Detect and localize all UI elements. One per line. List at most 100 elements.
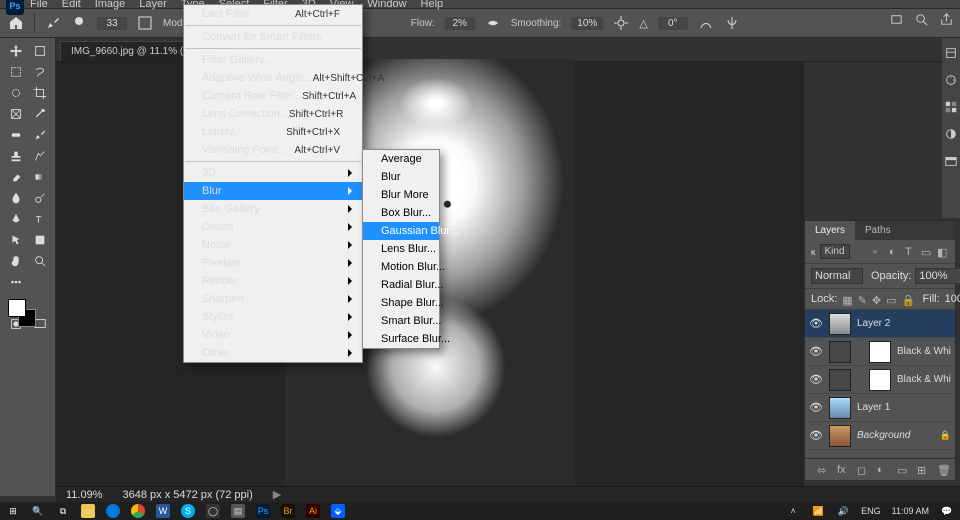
skype-icon[interactable]: S <box>181 504 195 518</box>
eyedropper-tool[interactable] <box>28 104 51 124</box>
layer-name[interactable]: Background <box>857 430 934 441</box>
brush-tool[interactable] <box>28 125 51 145</box>
link-layers-icon[interactable]: ⬄ <box>817 464 829 476</box>
menu-item-render[interactable]: Render <box>184 272 362 290</box>
flow-value[interactable]: 2% <box>445 17 475 30</box>
filter-shape-icon[interactable]: ▭ <box>921 246 933 258</box>
delete-layer-icon[interactable]: 🗑 <box>937 464 949 476</box>
tray-volume-icon[interactable]: 🔊 <box>836 504 850 518</box>
menu-item-convert-for-smart-filters[interactable]: Convert for Smart Filters <box>184 28 362 46</box>
chrome-icon[interactable] <box>131 504 145 518</box>
brush-tool-icon[interactable] <box>45 15 61 31</box>
menu-item-average[interactable]: Average <box>363 150 439 168</box>
blend-mode-dropdown[interactable]: Normal <box>811 268 863 284</box>
angle-icon[interactable]: △ <box>639 17 647 30</box>
foreground-color-swatch[interactable] <box>8 299 26 317</box>
frame-tool[interactable] <box>4 104 27 124</box>
group-icon[interactable]: ▭ <box>897 464 909 476</box>
layer-row[interactable]: 👁 Black & White 2 <box>805 338 955 366</box>
blur-tool[interactable] <box>4 188 27 208</box>
tray-language[interactable]: ENG <box>861 506 881 516</box>
dropbox-icon[interactable]: ⬙ <box>331 504 345 518</box>
new-layer-icon[interactable]: ⊞ <box>917 464 929 476</box>
smoothing-gear-icon[interactable] <box>613 15 629 31</box>
menu-item-3d[interactable]: 3D <box>184 164 362 182</box>
swatches-panel-icon[interactable] <box>944 100 958 117</box>
layer-mask-icon[interactable]: ◻ <box>857 464 869 476</box>
menu-item-vanishing-point[interactable]: Vanishing Point...Alt+Ctrl+V <box>184 141 362 159</box>
visibility-toggle[interactable]: 👁 <box>809 401 823 414</box>
layer-row[interactable]: 👁 Layer 2 <box>805 310 955 338</box>
tray-network-icon[interactable]: 📶 <box>811 504 825 518</box>
pressure-icon[interactable] <box>698 15 714 31</box>
visibility-toggle[interactable]: 👁 <box>809 345 823 358</box>
share-icon[interactable] <box>939 12 954 27</box>
gradient-tool[interactable] <box>28 167 51 187</box>
brush-size-value[interactable]: 33 <box>97 17 127 30</box>
menu-edit[interactable]: Edit <box>62 0 81 10</box>
layer-mask-thumbnail[interactable] <box>869 369 891 391</box>
menu-item-stylize[interactable]: Stylize <box>184 308 362 326</box>
fill-value[interactable]: 100% <box>945 293 960 305</box>
edge-icon[interactable] <box>106 504 120 518</box>
tab-layers[interactable]: Layers <box>805 221 855 240</box>
move-tool[interactable] <box>4 41 27 61</box>
layer-row[interactable]: 👁 Background 🔒 <box>805 422 955 450</box>
menu-item-liquify[interactable]: Liquify...Shift+Ctrl+X <box>184 123 362 141</box>
adjustment-icon[interactable] <box>829 341 851 363</box>
lasso-tool[interactable] <box>28 62 51 82</box>
menu-item-other[interactable]: Other <box>184 344 362 362</box>
notifications-icon[interactable]: 💬 <box>940 504 954 518</box>
filter-smart-icon[interactable]: ◧ <box>937 246 949 258</box>
menu-item-adaptive-wide-angle[interactable]: Adaptive Wide Angle...Alt+Shift+Ctrl+A <box>184 69 362 87</box>
task-view-button[interactable]: ⧉ <box>56 504 70 518</box>
lock-all-icon[interactable]: 🔒 <box>902 294 913 305</box>
menu-item-gaussian-blur[interactable]: Gaussian Blur... <box>363 222 439 240</box>
stamp-tool[interactable] <box>4 146 27 166</box>
angle-value[interactable]: 0° <box>658 17 688 30</box>
menu-item-blur[interactable]: Blur <box>363 168 439 186</box>
history-brush-tool[interactable] <box>28 146 51 166</box>
layer-thumbnail[interactable] <box>829 425 851 447</box>
brush-panel-icon[interactable] <box>137 15 153 31</box>
menu-item-smart-blur[interactable]: Smart Blur... <box>363 312 439 330</box>
home-icon[interactable] <box>8 15 24 31</box>
photoshop-icon[interactable]: Ps <box>256 504 270 518</box>
opacity-value[interactable]: 100% <box>915 268 960 284</box>
adjustments-panel-icon[interactable] <box>944 127 958 144</box>
color-panel-icon[interactable] <box>944 73 958 90</box>
menu-item-camera-raw-filter[interactable]: Camera Raw Filter...Shift+Ctrl+A <box>184 87 362 105</box>
tab-paths[interactable]: Paths <box>855 221 901 240</box>
healing-tool[interactable] <box>4 125 27 145</box>
menu-item-blur-gallery[interactable]: Blur Gallery <box>184 200 362 218</box>
menu-help[interactable]: Help <box>421 0 444 10</box>
crop-tool[interactable] <box>28 83 51 103</box>
menu-item-video[interactable]: Video <box>184 326 362 344</box>
libraries-panel-icon[interactable] <box>944 154 958 171</box>
minimize-button[interactable] <box>870 0 900 8</box>
zoom-tool[interactable] <box>28 251 51 271</box>
menu-item-last-filter[interactable]: Last FilterAlt+Ctrl+F <box>184 5 362 23</box>
symmetry-icon[interactable] <box>724 15 740 31</box>
doc-dimensions[interactable]: 3648 px x 5472 px (72 ppi) <box>123 489 253 501</box>
start-button[interactable]: ⊞ <box>6 504 20 518</box>
path-select-tool[interactable] <box>4 230 27 250</box>
menu-item-filter-gallery[interactable]: Filter Gallery... <box>184 51 362 69</box>
airbrush-icon[interactable] <box>485 15 501 31</box>
artboard-tool[interactable] <box>28 41 51 61</box>
zoom-level[interactable]: 11.09% <box>66 489 103 501</box>
quick-select-tool[interactable] <box>4 83 27 103</box>
status-flyout-icon[interactable]: ▶ <box>273 488 281 501</box>
menu-item-lens-blur[interactable]: Lens Blur... <box>363 240 439 258</box>
taskbar-clock[interactable]: 11:09 AM <box>892 507 929 516</box>
menu-layer[interactable]: Layer <box>139 0 167 10</box>
visibility-toggle[interactable]: 👁 <box>809 429 823 442</box>
smoothing-value[interactable]: 10% <box>571 17 603 30</box>
cloud-icon[interactable] <box>889 12 904 27</box>
panel-icon-1[interactable] <box>944 46 958 63</box>
close-button[interactable] <box>930 0 960 8</box>
layer-name[interactable]: Layer 1 <box>857 402 951 413</box>
menu-item-blur[interactable]: Blur <box>184 182 362 200</box>
visibility-toggle[interactable]: 👁 <box>809 317 823 330</box>
layer-name[interactable]: Black & White 1 <box>897 374 951 385</box>
